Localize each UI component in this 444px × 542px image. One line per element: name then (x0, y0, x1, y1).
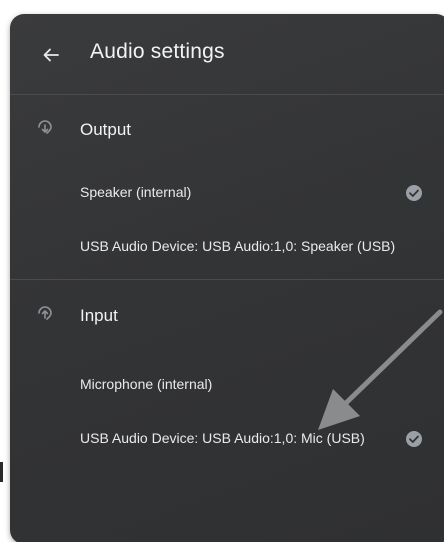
audio-settings-panel: Audio settings Output Speaker (internal) (10, 14, 444, 542)
back-button[interactable] (34, 38, 68, 72)
device-label: USB Audio Device: USB Audio:1,0: Mic (US… (80, 430, 365, 446)
page-title: Audio settings (90, 40, 225, 63)
input-section-label: Input (80, 306, 118, 325)
background-window-edge (0, 462, 3, 482)
section-divider (10, 279, 444, 280)
input-icon (34, 304, 56, 326)
arrow-back-icon (42, 46, 60, 64)
output-device-usb-speaker[interactable]: USB Audio Device: USB Audio:1,0: Speaker… (10, 226, 444, 266)
output-device-speaker-internal[interactable]: Speaker (internal) (10, 172, 444, 212)
check-circle-icon (405, 184, 423, 202)
screen: Audio settings Output Speaker (internal) (0, 0, 444, 542)
output-section-header: Output (10, 110, 444, 150)
output-section-label: Output (80, 120, 132, 139)
output-icon (34, 118, 56, 140)
device-label: Speaker (internal) (80, 184, 192, 200)
panel-header: Audio settings (10, 14, 444, 95)
check-circle-icon (405, 430, 423, 448)
device-label: USB Audio Device: USB Audio:1,0: Speaker… (80, 238, 396, 254)
input-device-microphone-internal[interactable]: Microphone (internal) (10, 364, 444, 404)
device-label: Microphone (internal) (80, 376, 213, 392)
input-device-usb-mic[interactable]: USB Audio Device: USB Audio:1,0: Mic (US… (10, 418, 444, 458)
input-section-header: Input (10, 296, 444, 336)
